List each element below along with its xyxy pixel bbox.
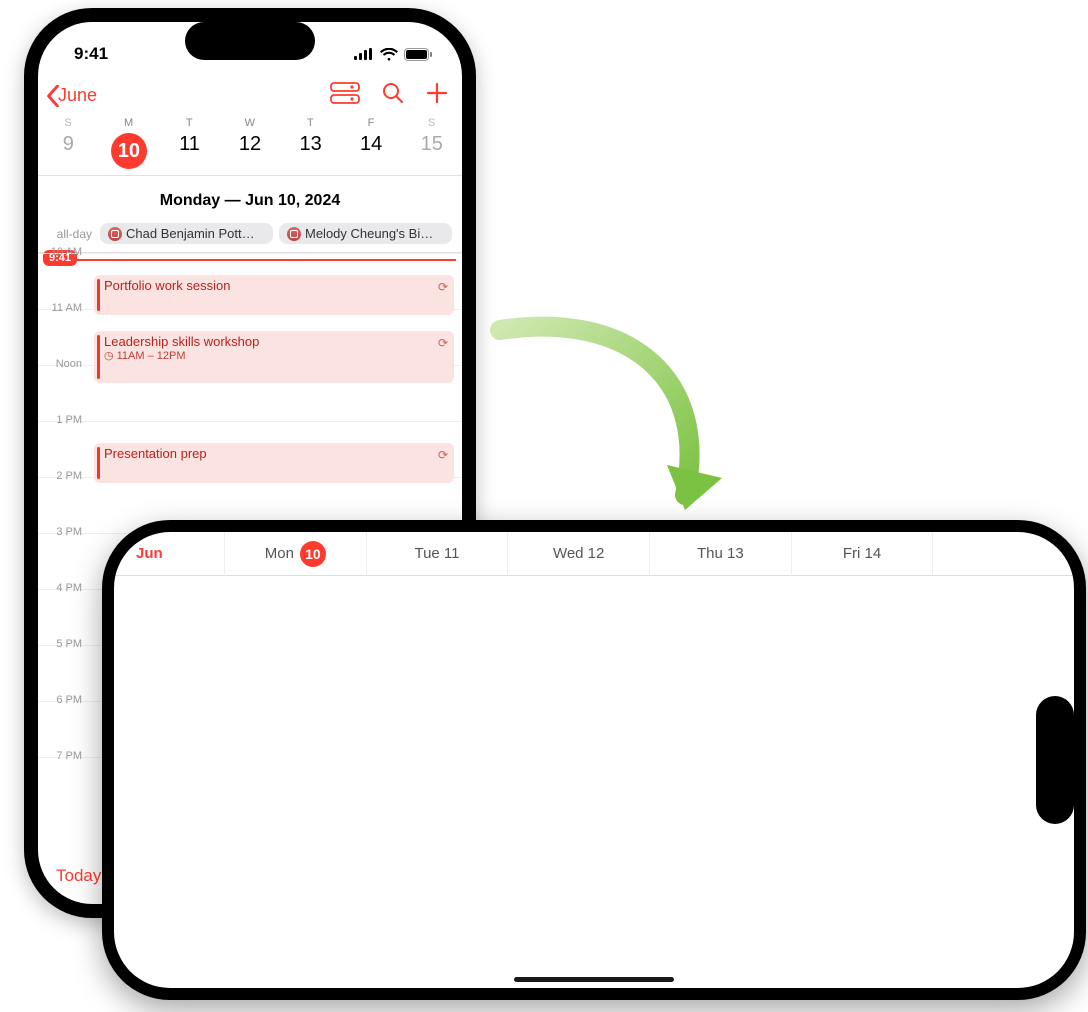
day-header[interactable]: Fri 14 (791, 532, 933, 576)
event-label: Melody Cheung's Bi… (305, 226, 433, 241)
day-header[interactable]: Mon10 (224, 532, 366, 576)
all-day-event[interactable]: Melody Cheung's Bi… (279, 223, 452, 244)
repeat-icon: ⟳ (438, 280, 448, 294)
all-day-event[interactable]: Chad Benjamin Pott… (100, 223, 273, 244)
day-header[interactable] (932, 532, 1074, 576)
event-title: Presentation prep (104, 446, 448, 461)
day-header[interactable]: Tue 11 (366, 532, 508, 576)
all-day-row: all-day Chad Benjamin Pott… Melody Cheung… (38, 220, 462, 253)
nav-bar: June (38, 76, 462, 113)
event-label: Chad Benjamin Pott… (126, 226, 255, 241)
date-heading: Monday — Jun 10, 2024 (38, 176, 462, 220)
week-day-column[interactable]: F 14 (341, 117, 402, 169)
hour-label: 3 PM (38, 526, 86, 538)
weekday-label: S (38, 117, 99, 129)
event-title: Leadership skills workshop (104, 334, 448, 349)
hour-label: 5 PM (38, 638, 86, 650)
repeat-icon: ⟳ (438, 448, 448, 462)
hour-label: 11 AM (38, 302, 86, 314)
week-day-column[interactable]: T 11 (159, 117, 220, 169)
dynamic-island-landscape (1036, 696, 1074, 824)
add-icon[interactable] (426, 82, 448, 109)
today-button[interactable]: Today (56, 866, 101, 886)
cellular-icon (354, 48, 374, 60)
day-number: 10 (111, 133, 147, 169)
week-row: S9M10T11W12T13F14S15 (38, 113, 462, 169)
week-day-column[interactable]: S9 (38, 117, 99, 169)
weekday-label: M (99, 117, 160, 129)
weekday-label: W (220, 117, 281, 129)
dynamic-island (185, 22, 315, 60)
hour-label: 7 PM (38, 750, 86, 762)
back-label: June (58, 85, 97, 106)
week-day-column[interactable]: M 10 (99, 117, 160, 169)
wifi-icon (380, 48, 398, 61)
gift-icon (108, 227, 122, 241)
today-badge: 10 (300, 541, 326, 567)
day-number: 13 (280, 133, 341, 156)
view-toggle-icon[interactable] (330, 82, 360, 109)
gift-icon (287, 227, 301, 241)
calendar-event[interactable]: Portfolio work session⟳ (94, 275, 454, 315)
search-icon[interactable] (382, 82, 404, 109)
status-time: 9:41 (74, 44, 108, 64)
week-day-column[interactable]: W 12 (220, 117, 281, 169)
home-indicator (514, 977, 674, 982)
back-button[interactable]: June (46, 85, 97, 107)
day-number: 14 (341, 133, 402, 156)
clock-icon: ◷ (104, 349, 114, 362)
all-day-events: Chad Benjamin Pott… Melody Cheung's Bi… (100, 223, 452, 244)
weekday-label: S (401, 117, 462, 129)
month-label[interactable]: Jun (114, 532, 224, 576)
day-number: 11 (159, 133, 220, 156)
calendar-event[interactable]: Presentation prep⟳ (94, 443, 454, 483)
landscape-screen: JunMon10Tue 11Wed 12Thu 13Fri 14 all-day… (114, 532, 1074, 988)
week-header-row: JunMon10Tue 11Wed 12Thu 13Fri 14 (114, 532, 1074, 988)
weekday-label: F (341, 117, 402, 129)
event-title: Portfolio work session (104, 278, 448, 293)
nav-actions (330, 82, 448, 109)
status-indicators (354, 48, 432, 61)
weekday-label: T (159, 117, 220, 129)
week-day-column[interactable]: S 15 (401, 117, 462, 169)
day-number: 9 (38, 133, 99, 156)
hour-label: 1 PM (38, 414, 86, 426)
day-number: 15 (401, 133, 462, 156)
hour-label: 4 PM (38, 582, 86, 594)
hour-label: 10 AM (38, 246, 86, 258)
day-number: 12 (220, 133, 281, 156)
day-header[interactable]: Thu 13 (649, 532, 791, 576)
hour-label: 6 PM (38, 694, 86, 706)
weekday-label: T (280, 117, 341, 129)
hour-label: 2 PM (38, 470, 86, 482)
repeat-icon: ⟳ (438, 336, 448, 350)
week-day-column[interactable]: T 13 (280, 117, 341, 169)
calendar-event[interactable]: Leadership skills workshop◷ 11AM – 12PM⟳ (94, 331, 454, 383)
battery-icon (404, 48, 432, 61)
phone-landscape-frame: JunMon10Tue 11Wed 12Thu 13Fri 14 all-day… (102, 520, 1086, 1000)
all-day-label: all-day (46, 227, 94, 241)
day-header[interactable]: Wed 12 (507, 532, 649, 576)
event-subtitle: ◷ 11AM – 12PM (104, 349, 448, 362)
hour-label: Noon (38, 358, 86, 370)
